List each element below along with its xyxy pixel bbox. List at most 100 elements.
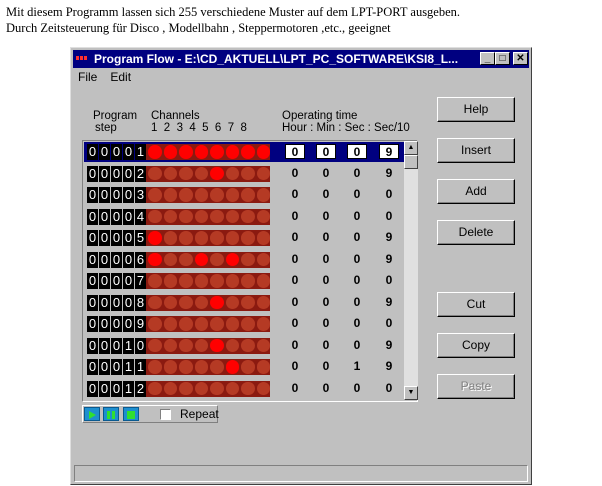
led-channel-1-icon[interactable] (148, 274, 162, 288)
led-channel-3-icon[interactable] (179, 166, 193, 181)
led-channel-8-icon[interactable] (256, 145, 270, 159)
led-channel-7-icon[interactable] (241, 231, 255, 245)
close-button[interactable]: ✕ (513, 52, 528, 65)
time-hour[interactable]: 0 (285, 144, 305, 159)
scroll-down-icon[interactable]: ▼ (404, 386, 418, 400)
led-channel-5-icon[interactable] (210, 274, 224, 288)
led-channel-7-icon[interactable] (241, 274, 255, 288)
led-channel-3-icon[interactable] (179, 338, 193, 353)
led-channel-6-icon[interactable] (225, 274, 239, 288)
led-channel-6-icon[interactable] (225, 188, 239, 202)
led-channel-1-icon[interactable] (148, 317, 162, 331)
led-channel-7-icon[interactable] (241, 209, 255, 224)
vertical-scrollbar[interactable]: ▲ ▼ (404, 141, 418, 400)
table-row[interactable]: 00009 0 0 0 0 (84, 314, 404, 334)
led-channel-1-icon[interactable] (148, 381, 162, 396)
led-channel-2-icon[interactable] (163, 317, 177, 331)
led-channel-5-icon[interactable] (210, 317, 224, 331)
copy-button[interactable]: Copy (437, 333, 515, 358)
title-bar[interactable]: Program Flow - E:\CD_AKTUELL\LPT_PC_SOFT… (73, 50, 529, 68)
led-channel-3-icon[interactable] (179, 188, 193, 202)
table-row[interactable]: 000010009 (84, 142, 404, 162)
led-channel-8-icon[interactable] (256, 360, 270, 374)
menu-edit[interactable]: Edit (110, 70, 131, 84)
table-row[interactable]: 00010 0 0 0 9 (84, 336, 404, 356)
led-channel-1-icon[interactable] (148, 338, 162, 353)
table-row[interactable]: 00007 0 0 0 0 (84, 271, 404, 291)
led-channel-2-icon[interactable] (163, 274, 177, 288)
led-channel-7-icon[interactable] (241, 295, 255, 310)
led-channel-2-icon[interactable] (163, 338, 177, 353)
led-channel-1-icon[interactable] (148, 209, 162, 224)
led-channel-4-icon[interactable] (194, 209, 208, 224)
time-sec10[interactable]: 9 (379, 144, 399, 159)
app-icon[interactable] (76, 56, 90, 61)
led-channel-4-icon[interactable] (194, 338, 208, 353)
led-channel-3-icon[interactable] (179, 274, 193, 288)
led-channel-4-icon[interactable] (194, 188, 208, 202)
led-channel-5-icon[interactable] (210, 381, 224, 396)
led-channel-5-icon[interactable] (210, 360, 224, 374)
led-channel-1-icon[interactable] (148, 145, 162, 159)
led-channel-7-icon[interactable] (241, 338, 255, 353)
stop-icon[interactable] (123, 407, 139, 421)
led-channel-1-icon[interactable] (148, 295, 162, 310)
led-channel-2-icon[interactable] (163, 381, 177, 396)
led-channel-6-icon[interactable] (225, 317, 239, 331)
led-channel-3-icon[interactable] (179, 145, 193, 159)
led-channel-1-icon[interactable] (148, 166, 162, 181)
led-channel-3-icon[interactable] (179, 209, 193, 224)
minimize-button[interactable]: _ (480, 52, 495, 65)
led-channel-1-icon[interactable] (148, 231, 162, 245)
led-channel-4-icon[interactable] (194, 381, 208, 396)
led-channel-7-icon[interactable] (241, 252, 255, 267)
table-row[interactable]: 00004 0 0 0 0 (84, 207, 404, 227)
led-channel-2-icon[interactable] (163, 295, 177, 310)
led-channel-4-icon[interactable] (194, 252, 208, 267)
led-channel-8-icon[interactable] (256, 209, 270, 224)
repeat-checkbox[interactable] (160, 409, 171, 420)
led-channel-4-icon[interactable] (194, 274, 208, 288)
maximize-button[interactable]: □ (495, 52, 510, 65)
led-channel-6-icon[interactable] (225, 231, 239, 245)
led-channel-5-icon[interactable] (210, 145, 224, 159)
insert-button[interactable]: Insert (437, 138, 515, 163)
led-channel-6-icon[interactable] (225, 295, 239, 310)
led-channel-8-icon[interactable] (256, 274, 270, 288)
led-channel-3-icon[interactable] (179, 295, 193, 310)
table-row[interactable]: 00008 0 0 0 9 (84, 293, 404, 313)
cut-button[interactable]: Cut (437, 292, 515, 317)
table-row[interactable]: 00012 0 0 0 0 (84, 379, 404, 399)
led-channel-8-icon[interactable] (256, 166, 270, 181)
led-channel-3-icon[interactable] (179, 231, 193, 245)
led-channel-7-icon[interactable] (241, 166, 255, 181)
led-channel-3-icon[interactable] (179, 317, 193, 331)
led-channel-8-icon[interactable] (256, 317, 270, 331)
led-channel-4-icon[interactable] (194, 317, 208, 331)
led-channel-8-icon[interactable] (256, 338, 270, 353)
led-channel-7-icon[interactable] (241, 145, 255, 159)
paste-button[interactable]: Paste (437, 374, 515, 399)
led-channel-7-icon[interactable] (241, 360, 255, 374)
led-channel-5-icon[interactable] (210, 231, 224, 245)
led-channel-6-icon[interactable] (225, 338, 239, 353)
table-row[interactable]: 00006 0 0 0 9 (84, 250, 404, 270)
led-channel-4-icon[interactable] (194, 166, 208, 181)
led-channel-6-icon[interactable] (225, 166, 239, 181)
menu-file[interactable]: File (78, 70, 97, 84)
led-channel-2-icon[interactable] (163, 166, 177, 181)
led-channel-8-icon[interactable] (256, 188, 270, 202)
led-channel-5-icon[interactable] (210, 209, 224, 224)
help-button[interactable]: Help (437, 97, 515, 122)
table-row[interactable]: 00002 0 0 0 9 (84, 164, 404, 184)
table-row[interactable]: 00011 0 0 1 9 (84, 357, 404, 377)
led-channel-5-icon[interactable] (210, 166, 224, 181)
led-channel-3-icon[interactable] (179, 360, 193, 374)
led-channel-3-icon[interactable] (179, 381, 193, 396)
led-channel-4-icon[interactable] (194, 231, 208, 245)
led-channel-4-icon[interactable] (194, 295, 208, 310)
led-channel-4-icon[interactable] (194, 360, 208, 374)
led-channel-8-icon[interactable] (256, 381, 270, 396)
led-channel-8-icon[interactable] (256, 252, 270, 267)
led-channel-2-icon[interactable] (163, 145, 177, 159)
